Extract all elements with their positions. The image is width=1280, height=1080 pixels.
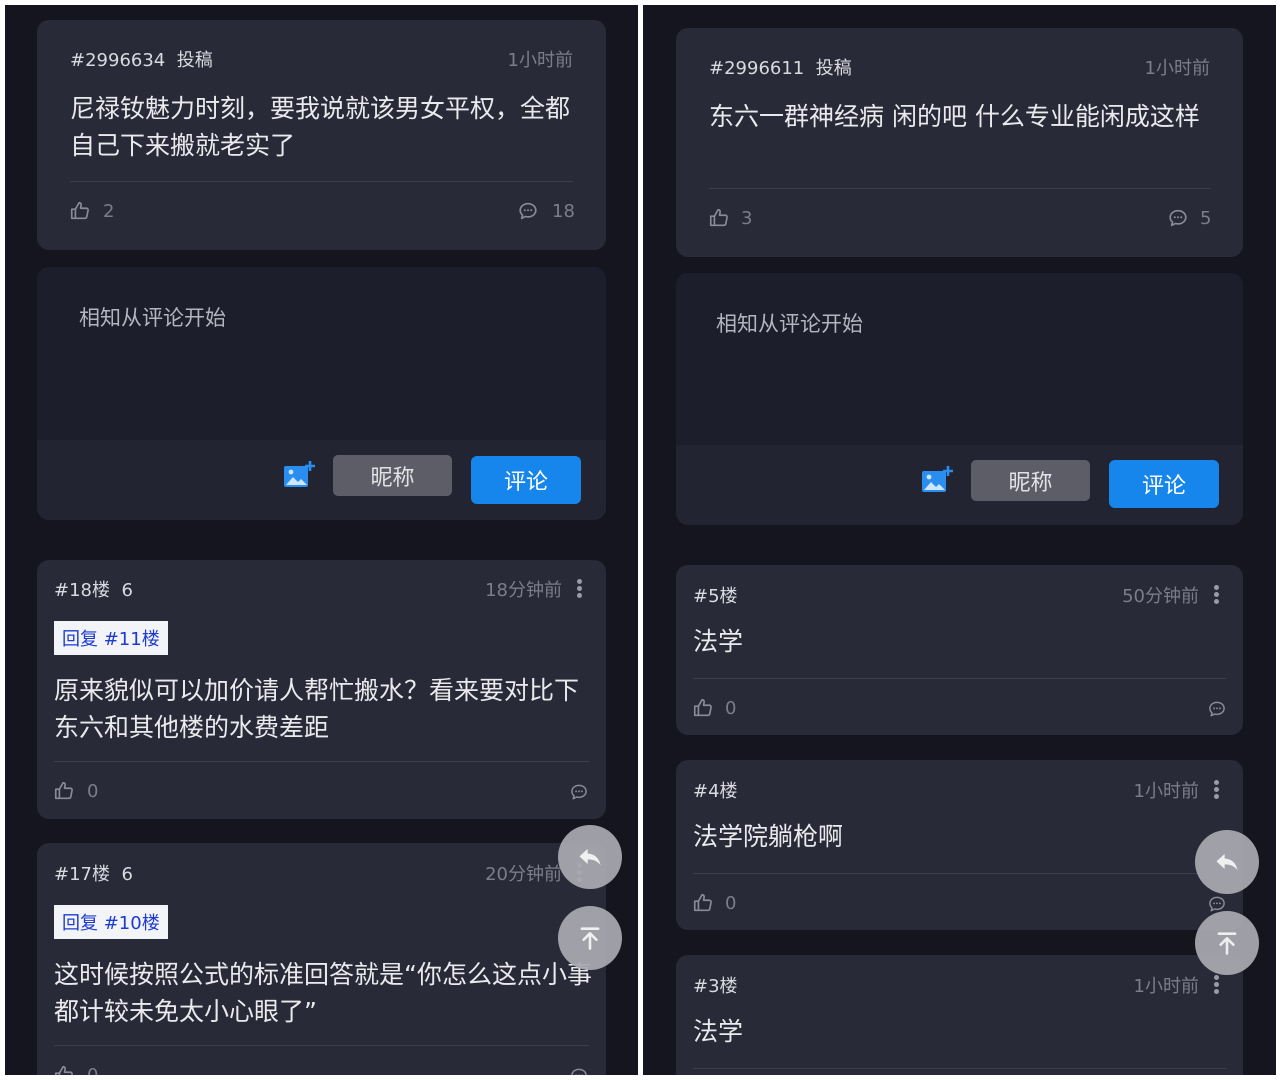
comment-bubble-icon[interactable] [569,1066,589,1075]
reply-arrow-icon [1213,848,1241,876]
reply-time: 20分钟前 [485,864,562,885]
divider [54,1045,589,1046]
comment-input[interactable]: 相知从评论开始 [716,308,863,338]
reply-arrow-icon [576,843,604,871]
more-vertical-icon[interactable] [1214,975,1220,996]
post-text: 东六一群神经病 闲的吧 什么专业能闲成这样 [709,102,1200,131]
floor-number: #5楼 [693,586,738,607]
reply-to-badge[interactable]: 回复 #10楼 [54,905,168,939]
reply-card: #3楼 1小时前 法学 [676,955,1243,1075]
reply-time: 1小时前 [1133,976,1199,997]
thumbs-up-icon[interactable] [692,697,714,719]
left-screenshot-panel: #2996634 投稿 1小时前 尼禄钕魅力时刻，要我说就该男女平权，全都自己下… [5,5,638,1075]
composer-toolbar: 昵称 评论 [676,445,1243,525]
divider [693,1068,1226,1069]
like-count: 0 [87,781,99,802]
reply-text: 法学 [693,1017,744,1046]
divider [709,188,1210,189]
comment-submit-button[interactable]: 评论 [471,456,581,504]
reply-fab[interactable] [558,825,622,889]
comment-count: 18 [552,201,575,222]
like-count: 0 [725,893,737,914]
reply-time: 18分钟前 [485,580,562,601]
divider [693,678,1226,679]
scroll-to-top-icon [576,924,604,952]
like-count: 2 [103,201,115,222]
like-count: 0 [725,698,737,719]
comment-composer: 相知从评论开始 昵称 评论 [37,267,606,520]
thumbs-up-icon[interactable] [53,780,75,802]
divider [54,761,589,762]
more-vertical-icon[interactable] [1214,780,1220,801]
more-vertical-icon[interactable] [1214,585,1220,606]
composer-toolbar: 昵称 评论 [37,440,606,520]
scroll-top-fab[interactable] [1195,911,1259,975]
reply-text: 原来貌似可以加价请人帮忙搬水？看来要对比下东六和其他楼的水费差距 [54,676,580,742]
comment-count: 5 [1200,208,1212,229]
more-vertical-icon[interactable] [577,579,583,600]
add-image-icon[interactable] [282,460,316,490]
add-image-icon[interactable] [920,465,954,495]
comment-composer: 相知从评论开始 昵称 评论 [676,273,1243,525]
reply-fab[interactable] [1195,830,1259,894]
reply-to-badge[interactable]: 回复 #11楼 [54,621,168,655]
thumbs-up-icon[interactable] [692,892,714,914]
post-time: 1小时前 [1144,58,1210,79]
comment-bubble-icon[interactable] [517,200,539,222]
post-card: #2996634 投稿 1小时前 尼禄钕魅力时刻，要我说就该男女平权，全都自己下… [37,20,606,250]
floor-number: #18楼 6 [54,580,133,601]
comment-submit-button[interactable]: 评论 [1109,460,1219,508]
nickname-button[interactable]: 昵称 [333,455,452,496]
comment-bubble-icon[interactable] [1167,207,1189,229]
scroll-to-top-icon [1213,929,1241,957]
reply-card: #18楼 6 18分钟前 回复 #11楼 原来貌似可以加价请人帮忙搬水？看来要对… [37,560,606,819]
comment-input[interactable]: 相知从评论开始 [79,302,226,332]
post-id: #2996611 投稿 [709,58,852,79]
reply-text: 这时候按照公式的标准回答就是“你怎么这点小事都计较未免太小心眼了” [54,960,592,1026]
reply-text: 法学 [693,627,744,656]
reply-time: 1小时前 [1133,781,1199,802]
post-text: 尼禄钕魅力时刻，要我说就该男女平权，全都自己下来搬就老实了 [70,94,571,160]
scroll-top-fab[interactable] [558,906,622,970]
post-id: #2996634 投稿 [70,50,213,71]
floor-number: #17楼 6 [54,864,133,885]
reply-card: #5楼 50分钟前 法学 0 [676,565,1243,735]
thumbs-up-icon[interactable] [69,200,91,222]
floor-number: #3楼 [693,976,738,997]
divider [70,181,573,182]
reply-card: #4楼 1小时前 法学院躺枪啊 0 [676,760,1243,930]
divider [693,873,1226,874]
like-count: 0 [87,1065,98,1075]
comment-bubble-icon[interactable] [569,782,589,802]
nickname-button[interactable]: 昵称 [971,460,1090,501]
thumbs-up-icon[interactable] [708,207,730,229]
post-card: #2996611 投稿 1小时前 东六一群神经病 闲的吧 什么专业能闲成这样 3… [676,28,1243,257]
reply-card: #17楼 6 20分钟前 回复 #10楼 这时候按照公式的标准回答就是“你怎么这… [37,843,606,1075]
floor-number: #4楼 [693,781,738,802]
comment-bubble-icon[interactable] [1207,699,1227,719]
thumbs-up-icon[interactable] [53,1064,75,1075]
right-screenshot-panel: #2996611 投稿 1小时前 东六一群神经病 闲的吧 什么专业能闲成这样 3… [643,5,1276,1075]
post-time: 1小时前 [507,50,573,71]
reply-time: 50分钟前 [1122,586,1199,607]
reply-text: 法学院躺枪啊 [693,822,844,851]
like-count: 3 [741,208,753,229]
